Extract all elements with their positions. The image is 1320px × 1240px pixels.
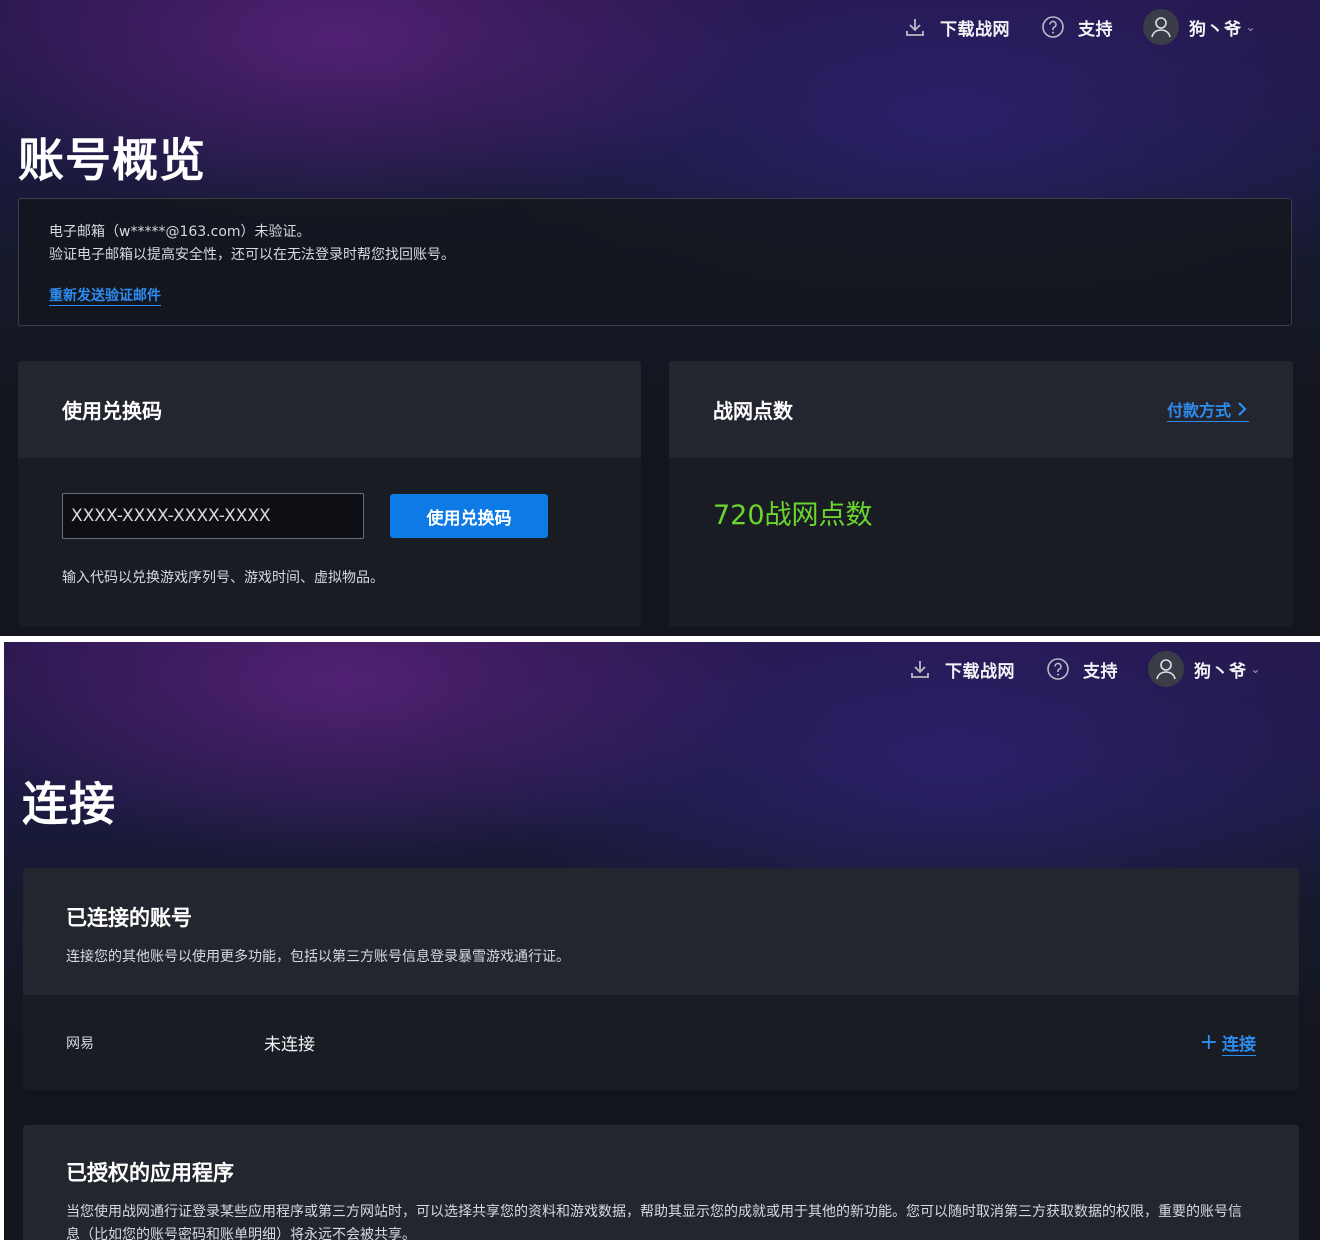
user-menu[interactable]: 狗丶爷 ⌄ xyxy=(1143,9,1256,45)
support-label: 支持 xyxy=(1078,19,1113,40)
authorized-apps-card: 已授权的应用程序 当您使用战网通行证登录某些应用程序或第三方网站时，可以选择共享… xyxy=(23,1125,1299,1240)
connected-accounts-title: 已连接的账号 xyxy=(66,906,192,930)
user-avatar-icon xyxy=(1148,651,1184,687)
payment-methods-link[interactable]: 付款方式 xyxy=(1166,397,1249,422)
user-name: 狗丶爷 xyxy=(1189,19,1242,40)
email-verification-banner: 电子邮箱（w*****@163.com）未验证。 验证电子邮箱以提高安全性，还可… xyxy=(18,198,1292,326)
payment-methods-label: 付款方式 xyxy=(1166,401,1231,420)
redeem-card-title: 使用兑换码 xyxy=(62,399,162,423)
points-card-header: 战网点数 付款方式 xyxy=(669,361,1293,458)
user-menu[interactable]: 狗丶爷 ⌄ xyxy=(1148,651,1261,687)
support-link[interactable]: 支持 xyxy=(1045,656,1118,682)
points-card-title: 战网点数 xyxy=(713,399,793,423)
resend-verification-link[interactable]: 重新发送验证邮件 xyxy=(49,287,161,306)
authorized-apps-description: 当您使用战网通行证登录某些应用程序或第三方网站时，可以选择共享您的资料和游戏数据… xyxy=(66,1204,1242,1240)
user-name: 狗丶爷 xyxy=(1194,661,1247,682)
redeem-hint: 输入代码以兑换游戏序列号、游戏时间、虚拟物品。 xyxy=(62,570,384,586)
connection-name: 网易 xyxy=(66,1035,94,1052)
connect-netease-link[interactable]: + 连接 xyxy=(1200,1030,1256,1056)
redeem-code-card: 使用兑换码 使用兑换码 输入代码以兑换游戏序列号、游戏时间、虚拟物品。 xyxy=(18,361,641,627)
support-label: 支持 xyxy=(1083,661,1118,682)
page-title: 连接 xyxy=(22,777,116,831)
connection-row-netease: 网易 未连接 + 连接 xyxy=(23,995,1299,1090)
connections-screen: 下载战网 支持 狗丶爷 ⌄ 连接 已连接的账号 连接您的其他账号以使用更多功能，… xyxy=(4,642,1320,1240)
email-notice-line1: 电子邮箱（w*****@163.com）未验证。 xyxy=(49,224,311,240)
download-label: 下载战网 xyxy=(945,661,1015,682)
chevron-down-icon: ⌄ xyxy=(1250,662,1261,676)
connected-accounts-card: 已连接的账号 连接您的其他账号以使用更多功能，包括以第三方账号信息登录暴雪游戏通… xyxy=(23,868,1299,1090)
plus-icon: + xyxy=(1199,1030,1218,1055)
authorized-apps-title: 已授权的应用程序 xyxy=(66,1161,234,1185)
account-overview-screen: 下载战网 支持 狗丶爷 ⌄ 账号概览 电子邮箱（w*****@163.com）未… xyxy=(0,0,1320,636)
download-battlenet-link[interactable]: 下载战网 xyxy=(902,14,1010,40)
points-balance: 720战网点数 xyxy=(713,500,873,531)
top-bar: 下载战网 支持 狗丶爷 ⌄ xyxy=(907,650,1291,688)
user-avatar-icon xyxy=(1143,9,1179,45)
support-link[interactable]: 支持 xyxy=(1040,14,1113,40)
connection-status: 未连接 xyxy=(264,1035,315,1055)
redeem-code-input[interactable] xyxy=(62,493,364,539)
download-label: 下载战网 xyxy=(940,19,1010,40)
email-notice-line2: 验证电子邮箱以提高安全性，还可以在无法登录时帮您找回账号。 xyxy=(49,247,455,263)
chevron-right-icon xyxy=(1238,402,1247,416)
download-icon xyxy=(902,14,928,40)
help-circle-icon xyxy=(1045,656,1071,682)
redeem-card-header: 使用兑换码 xyxy=(18,361,641,458)
help-circle-icon xyxy=(1040,14,1066,40)
chevron-down-icon: ⌄ xyxy=(1245,20,1256,34)
page-title: 账号概览 xyxy=(18,133,206,187)
connect-label: 连接 xyxy=(1222,1030,1256,1056)
download-battlenet-link[interactable]: 下载战网 xyxy=(907,656,1015,682)
download-icon xyxy=(907,656,933,682)
connected-accounts-header: 已连接的账号 连接您的其他账号以使用更多功能，包括以第三方账号信息登录暴雪游戏通… xyxy=(23,868,1299,995)
battlenet-points-card: 战网点数 付款方式 720战网点数 xyxy=(669,361,1293,627)
top-bar: 下载战网 支持 狗丶爷 ⌄ xyxy=(902,8,1286,46)
connected-accounts-description: 连接您的其他账号以使用更多功能，包括以第三方账号信息登录暴雪游戏通行证。 xyxy=(66,949,570,965)
redeem-code-button[interactable]: 使用兑换码 xyxy=(390,494,548,538)
